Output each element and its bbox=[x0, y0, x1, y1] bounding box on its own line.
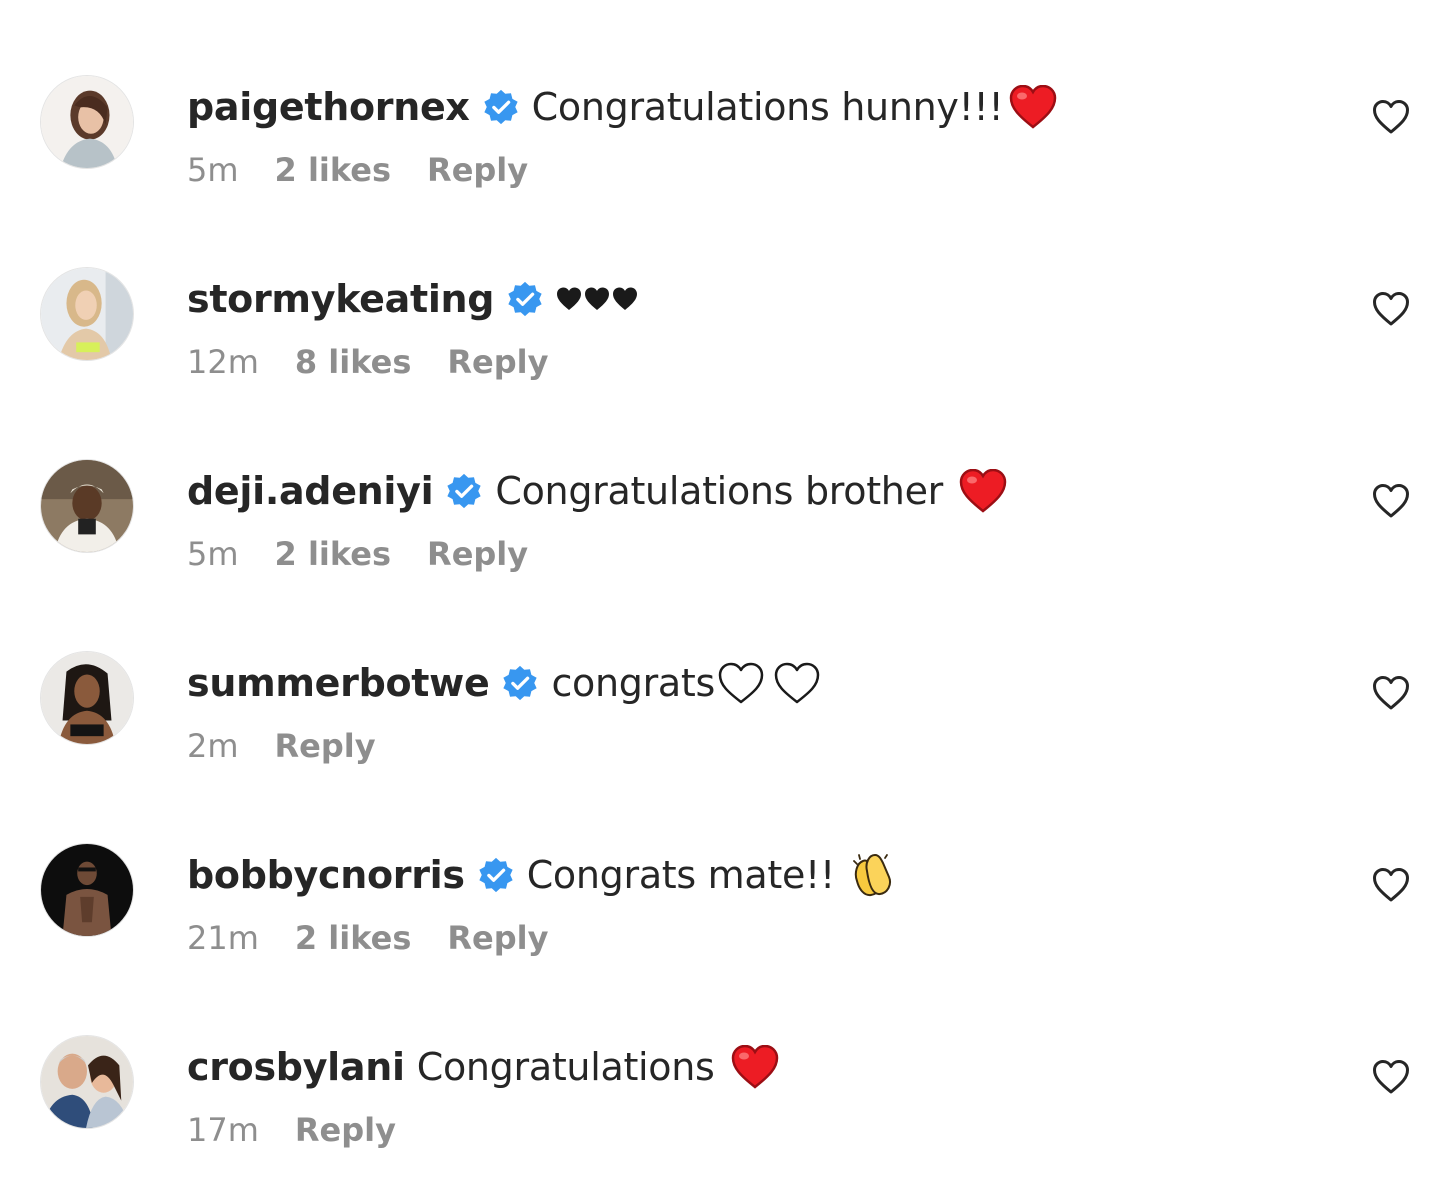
comment-likes-count[interactable]: 2 likes bbox=[295, 919, 412, 957]
comment-item: paigethornex Congratulations hunny!!! 5m… bbox=[0, 75, 1440, 215]
avatar[interactable] bbox=[40, 1035, 134, 1129]
avatar[interactable] bbox=[40, 459, 134, 553]
comment-meta: 21m 2 likes Reply bbox=[187, 919, 548, 957]
reply-button[interactable]: Reply bbox=[275, 727, 376, 765]
comment-text: Congratulations brother bbox=[495, 469, 943, 513]
verified-badge-icon bbox=[506, 280, 544, 318]
comment-line: paigethornex Congratulations hunny!!! bbox=[187, 81, 1057, 133]
heart-outline-icon[interactable] bbox=[1371, 1057, 1411, 1097]
comment-timestamp[interactable]: 21m bbox=[187, 919, 259, 957]
username-link[interactable]: summerbotwe bbox=[187, 657, 490, 709]
username-link[interactable]: paigethornex bbox=[187, 81, 470, 133]
reply-button[interactable]: Reply bbox=[427, 535, 528, 573]
comment-meta: 17m Reply bbox=[187, 1111, 396, 1149]
comment-item: stormykeating 12m 8 likes Reply bbox=[0, 267, 1440, 407]
verified-badge-icon bbox=[501, 664, 539, 702]
comment-meta: 5m 2 likes Reply bbox=[187, 151, 528, 189]
reply-button[interactable]: Reply bbox=[447, 919, 548, 957]
comment-timestamp[interactable]: 5m bbox=[187, 535, 239, 573]
comment-likes-count[interactable]: 8 likes bbox=[295, 343, 412, 381]
comment-item: deji.adeniyi Congratulations brother 5m … bbox=[0, 459, 1440, 599]
comment-timestamp[interactable]: 2m bbox=[187, 727, 239, 765]
heart-outline-icon[interactable] bbox=[1371, 865, 1411, 905]
comment-meta: 12m 8 likes Reply bbox=[187, 343, 548, 381]
comment-meta: 5m 2 likes Reply bbox=[187, 535, 528, 573]
comment-line: summerbotwe congrats bbox=[187, 657, 823, 709]
username-link[interactable]: crosbylani bbox=[187, 1041, 405, 1093]
avatar[interactable] bbox=[40, 651, 134, 745]
comment-item: crosbylani Congratulations 17m Reply bbox=[0, 1035, 1440, 1175]
heart-outline-icon[interactable] bbox=[1371, 97, 1411, 137]
red-heart-icon bbox=[1009, 85, 1057, 129]
verified-badge-icon bbox=[477, 856, 515, 894]
comment-likes-count[interactable]: 2 likes bbox=[275, 535, 392, 573]
username-link[interactable]: stormykeating bbox=[187, 273, 495, 325]
comment-meta: 2m Reply bbox=[187, 727, 376, 765]
comment-line: crosbylani Congratulations bbox=[187, 1041, 779, 1093]
comment-text: congrats bbox=[551, 661, 715, 705]
comment-item: summerbotwe congrats 2m Reply bbox=[0, 651, 1440, 791]
comment-timestamp[interactable]: 12m bbox=[187, 343, 259, 381]
comment-timestamp[interactable]: 17m bbox=[187, 1111, 259, 1149]
avatar[interactable] bbox=[40, 843, 134, 937]
reply-button[interactable]: Reply bbox=[447, 343, 548, 381]
comment-text: Congratulations bbox=[416, 1045, 715, 1089]
heart-outline-icon[interactable] bbox=[1371, 673, 1411, 713]
red-heart-icon bbox=[959, 469, 1007, 513]
comment-likes-count[interactable]: 2 likes bbox=[275, 151, 392, 189]
comments-list: paigethornex Congratulations hunny!!! 5m… bbox=[0, 0, 1440, 1181]
clapping-hands-icon bbox=[849, 851, 897, 899]
username-link[interactable]: deji.adeniyi bbox=[187, 465, 434, 517]
verified-badge-icon bbox=[445, 472, 483, 510]
red-heart-icon bbox=[731, 1045, 779, 1089]
three-black-hearts-icon bbox=[556, 286, 638, 312]
comment-line: deji.adeniyi Congratulations brother bbox=[187, 465, 1007, 517]
comment-line: bobbycnorris Congrats mate!! bbox=[187, 849, 897, 901]
comment-timestamp[interactable]: 5m bbox=[187, 151, 239, 189]
two-white-hearts-icon bbox=[717, 661, 823, 705]
avatar[interactable] bbox=[40, 75, 134, 169]
username-link[interactable]: bobbycnorris bbox=[187, 849, 465, 901]
avatar[interactable] bbox=[40, 267, 134, 361]
heart-outline-icon[interactable] bbox=[1371, 481, 1411, 521]
reply-button[interactable]: Reply bbox=[427, 151, 528, 189]
comment-line: stormykeating bbox=[187, 273, 638, 325]
reply-button[interactable]: Reply bbox=[295, 1111, 396, 1149]
verified-badge-icon bbox=[482, 88, 520, 126]
comment-text: Congratulations hunny!!! bbox=[531, 85, 1004, 129]
comment-item: bobbycnorris Congrats mate!! 21m 2 likes… bbox=[0, 843, 1440, 983]
heart-outline-icon[interactable] bbox=[1371, 289, 1411, 329]
comment-text: Congrats mate!! bbox=[526, 853, 836, 897]
